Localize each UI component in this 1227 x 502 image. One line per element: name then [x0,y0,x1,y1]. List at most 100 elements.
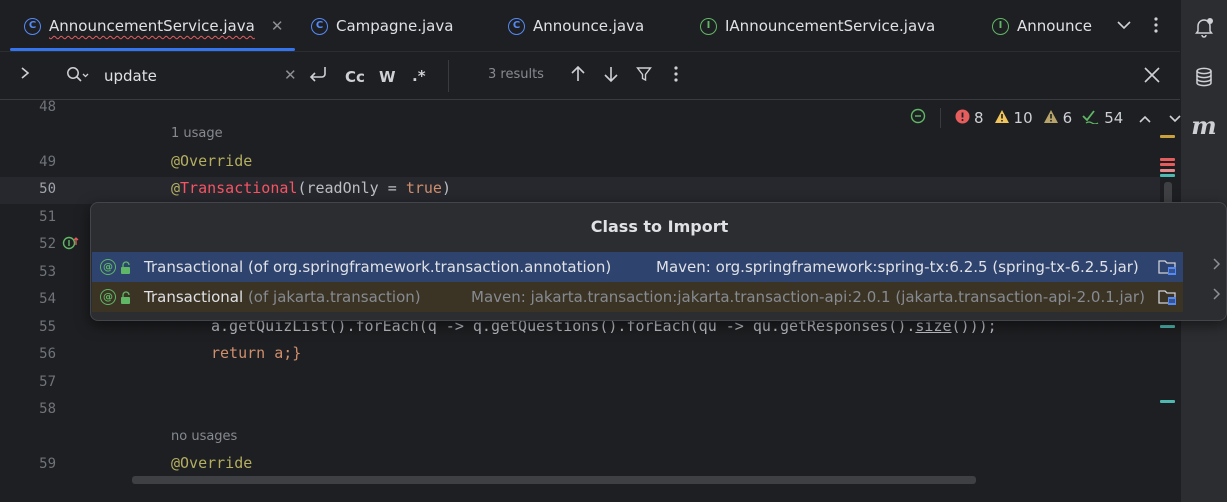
annotation-args: (readOnly = [297,179,406,197]
search-history-icon[interactable] [66,66,90,88]
new-line-icon[interactable] [308,65,328,87]
tab-iannouncementservice[interactable]: I IAnnouncementService.java [700,0,935,52]
interface-icon: I [992,17,1009,35]
line-number: 57 [39,374,56,390]
tab-label: AnnouncementService.java [49,17,255,35]
warning-icon [994,109,1010,128]
match-case-toggle[interactable]: Cc [345,68,365,86]
stripe-marker[interactable] [1160,169,1175,172]
line-number: 50 [39,181,56,197]
notifications-bell-icon[interactable] [1189,12,1219,42]
line-number: 49 [39,154,56,170]
import-option-spring[interactable]: @ Transactional (of org.springframework.… [92,252,1183,282]
more-options-icon[interactable] [674,66,678,86]
class-name: Transactional [144,288,244,306]
annotation-type-icon: @ [100,289,116,305]
line-number: 58 [39,401,56,417]
tab-campagne[interactable]: C Campagne.java [311,0,453,52]
tab-label: IAnnouncementService.java [725,17,936,35]
previous-highlight-icon[interactable] [1139,109,1151,127]
annotation-args-close: ) [441,179,451,197]
more-vertical-icon[interactable] [1146,14,1166,36]
active-tab-indicator [10,48,295,51]
public-access-icon [120,291,132,305]
import-option-jakarta[interactable]: @ Transactional (of jakarta.transaction)… [92,282,1183,312]
widget-divider [940,108,941,128]
interface-icon: I [700,17,717,35]
ai-assistant-icon[interactable] [910,108,926,128]
database-icon[interactable] [1189,62,1219,92]
class-name: Transactional [144,258,244,276]
find-in-file-bar: ✕ Cc W .* 3 results [0,52,1180,100]
typo-check-icon [1082,108,1100,128]
library-location: Maven: org.springframework:spring-tx:6.2… [656,258,1139,276]
stripe-marker[interactable] [1160,135,1175,138]
close-icon[interactable]: ✕ [271,17,284,35]
stripe-marker[interactable] [1160,163,1175,166]
code-line: @Transactional(readOnly = true) [171,179,451,197]
warning-count: 10 [1013,109,1033,127]
search-divider [448,60,449,92]
code-line: @Override [171,152,253,170]
class-icon: C [311,17,328,35]
class-icon: C [508,17,525,35]
package-qualifier: (of org.springframework.transaction.anno… [247,258,612,276]
jar-library-icon [1158,288,1178,306]
stripe-marker[interactable] [1160,400,1175,403]
error-count: 8 [974,109,984,127]
line-number: 54 [39,291,56,307]
clear-search-icon[interactable]: ✕ [284,66,297,84]
stripe-marker[interactable] [1160,158,1175,161]
line-number: 52 [39,236,56,252]
chevron-down-icon[interactable] [1114,14,1134,36]
tab-announcementservice[interactable]: C AnnouncementService.java ✕ [24,0,283,52]
code-line: @Override [171,454,253,472]
error-icon [955,109,970,128]
close-search-icon[interactable] [1143,66,1161,88]
previous-occurrence-icon[interactable] [570,65,586,87]
next-highlight-icon[interactable] [1169,109,1181,127]
line-number: 56 [39,346,56,362]
class-to-import-popup: Class to Import @ Transactional (of org.… [90,202,1227,321]
editor-tab-bar: C AnnouncementService.java ✕ C Campagne.… [0,0,1180,52]
results-count: 3 results [488,67,544,82]
stripe-marker[interactable] [1160,325,1175,328]
ide-window: C AnnouncementService.java ✕ C Campagne.… [0,0,1227,502]
annotation-type-icon: @ [100,259,116,275]
ok-count: 54 [1104,109,1124,127]
tab-label: Announce [1017,17,1092,35]
next-occurrence-icon[interactable] [603,65,619,87]
maven-icon[interactable]: m [1189,110,1219,140]
inspection-widget[interactable]: 8 10 6 54 [910,108,1181,128]
stripe-marker[interactable] [1160,174,1175,177]
line-number: 55 [39,319,56,335]
keyword-true: true [405,179,442,197]
chevron-right-icon[interactable] [1213,258,1221,274]
whole-words-toggle[interactable]: W [379,68,396,86]
filter-icon[interactable] [636,66,652,86]
expand-replace-chevron-icon[interactable] [20,66,30,84]
line-number: 48 [39,99,56,115]
annotation-at: @ [171,179,181,197]
popup-title: Class to Import [590,217,729,236]
library-location: Maven: jakarta.transaction:jakarta.trans… [471,288,1145,306]
tab-label: Announce.java [533,17,645,35]
jar-library-icon [1158,258,1178,276]
class-icon: C [24,17,41,35]
public-access-icon [120,261,132,275]
chevron-right-icon[interactable] [1213,288,1221,304]
usage-hint[interactable]: no usages [171,429,237,444]
usage-hint[interactable]: 1 usage [171,126,223,141]
unresolved-annotation[interactable]: Transactional [180,179,297,197]
tab-label: Campagne.java [336,17,454,35]
line-number: 51 [39,209,56,225]
tab-announce-interface[interactable]: I Announce [992,0,1096,52]
regex-toggle[interactable]: .* [412,67,426,85]
package-qualifier: (of jakarta.transaction) [247,288,421,306]
tab-announce[interactable]: C Announce.java [508,0,644,52]
line-number: 53 [39,264,56,280]
horizontal-scrollbar[interactable] [132,476,976,484]
search-input[interactable] [104,64,274,88]
code-line: return a;} [211,344,302,362]
implements-method-icon[interactable] [62,235,80,255]
